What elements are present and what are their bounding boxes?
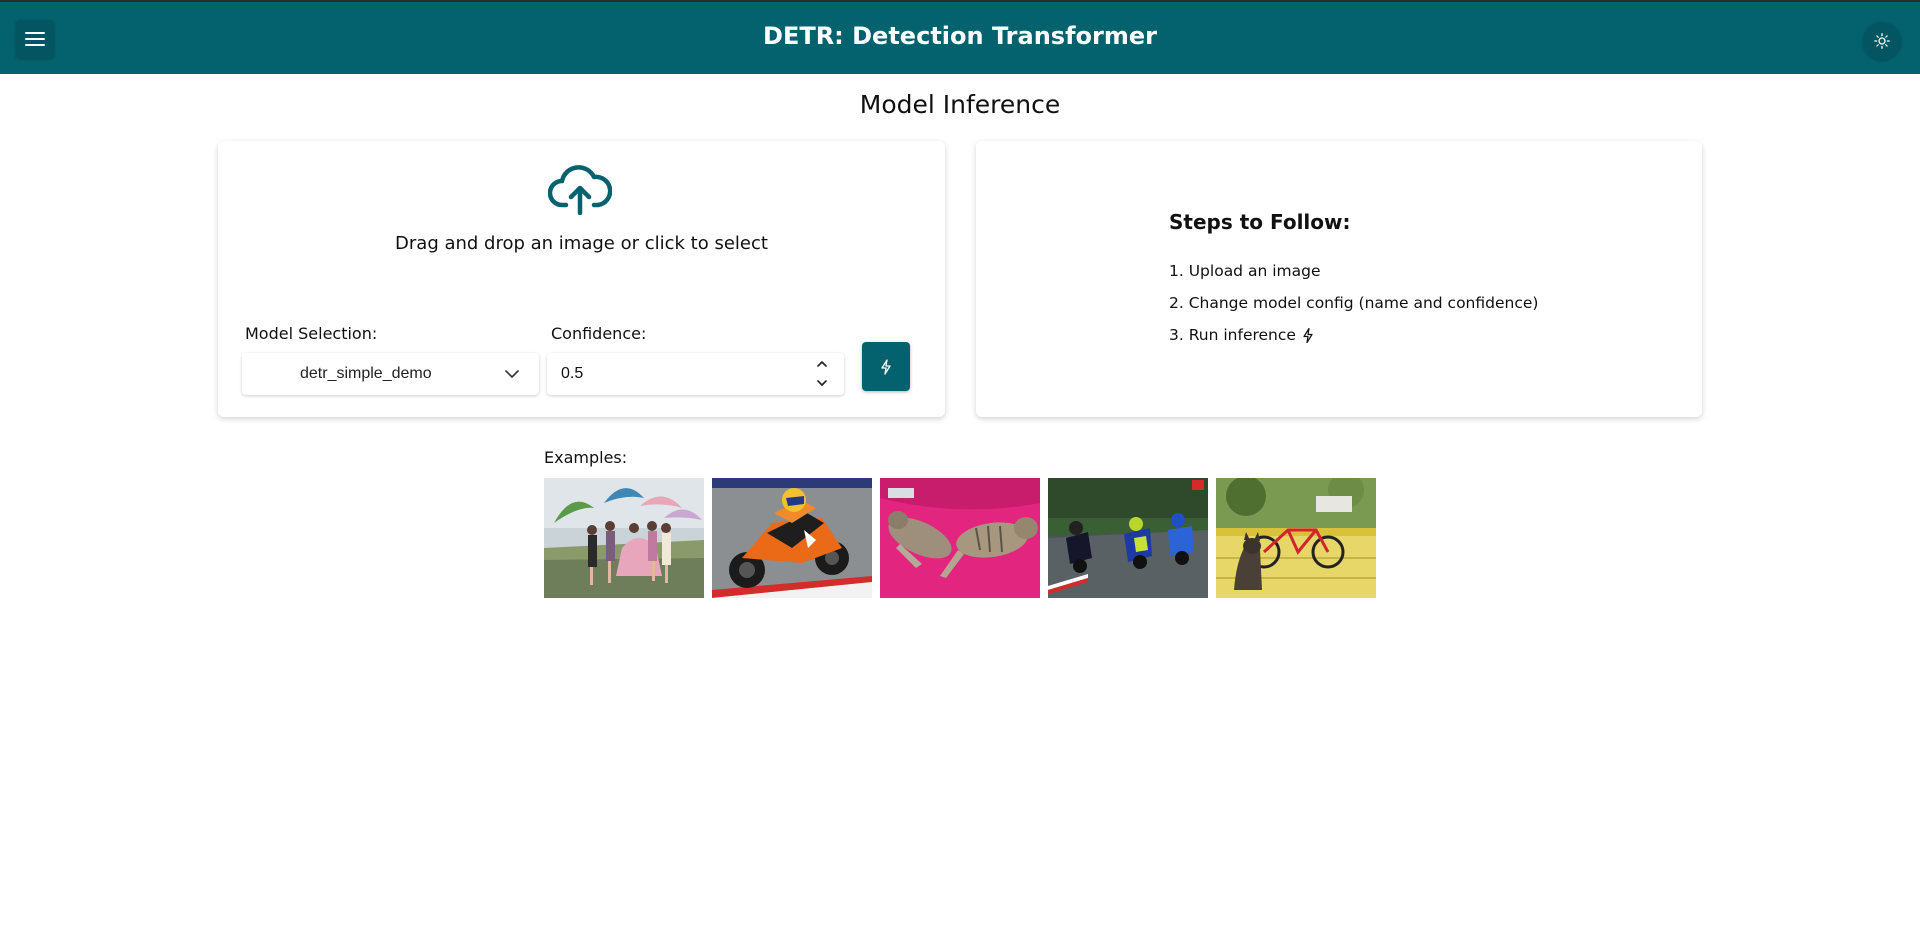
chevron-down-icon [505, 370, 519, 378]
lightning-bolt-icon [881, 358, 891, 375]
examples-label: Examples: [544, 448, 628, 467]
app-title: DETR: Detection Transformer [763, 22, 1157, 50]
app-bar: DETR: Detection Transformer [0, 0, 1920, 74]
example-image-cats[interactable] [880, 478, 1040, 598]
confidence-label: Confidence: [551, 324, 647, 343]
inference-card: Drag and drop an image or click to selec… [218, 141, 945, 417]
steps-card: Steps to Follow: 1. Upload an image 2. C… [976, 141, 1702, 417]
steps-title: Steps to Follow: [1169, 210, 1351, 234]
upload-prompt: Drag and drop an image or click to selec… [395, 233, 768, 254]
theme-toggle-button[interactable] [1863, 22, 1901, 60]
run-inference-button[interactable] [862, 342, 910, 391]
model-select-value: detr_simple_demo [300, 365, 432, 382]
examples-gallery [544, 478, 1376, 598]
cloud-upload-icon [548, 165, 612, 215]
sun-icon [1874, 33, 1890, 49]
example-image-dog-bicycle[interactable] [1216, 478, 1376, 598]
chevron-up-icon[interactable] [815, 357, 829, 371]
example-image-motorcycle[interactable] [712, 478, 872, 598]
steps-list: 1. Upload an image 2. Change model confi… [1169, 255, 1538, 351]
page-title: Model Inference [859, 90, 1061, 119]
chevron-down-icon[interactable] [815, 376, 829, 390]
model-selection-label: Model Selection: [245, 324, 378, 343]
confidence-field [547, 353, 844, 395]
model-select[interactable]: detr_simple_demo [242, 353, 539, 395]
list-item: 2. Change model config (name and confide… [1169, 294, 1539, 312]
list-item: 1. Upload an image [1169, 262, 1321, 280]
example-image-motorcycles-track[interactable] [1048, 478, 1208, 598]
confidence-input[interactable] [561, 363, 791, 385]
lightning-bolt-icon [1303, 327, 1313, 343]
upload-dropzone[interactable]: Drag and drop an image or click to selec… [218, 141, 945, 291]
example-image-umbrellas[interactable] [544, 478, 704, 598]
list-item: 3. Run inference [1169, 319, 1538, 351]
